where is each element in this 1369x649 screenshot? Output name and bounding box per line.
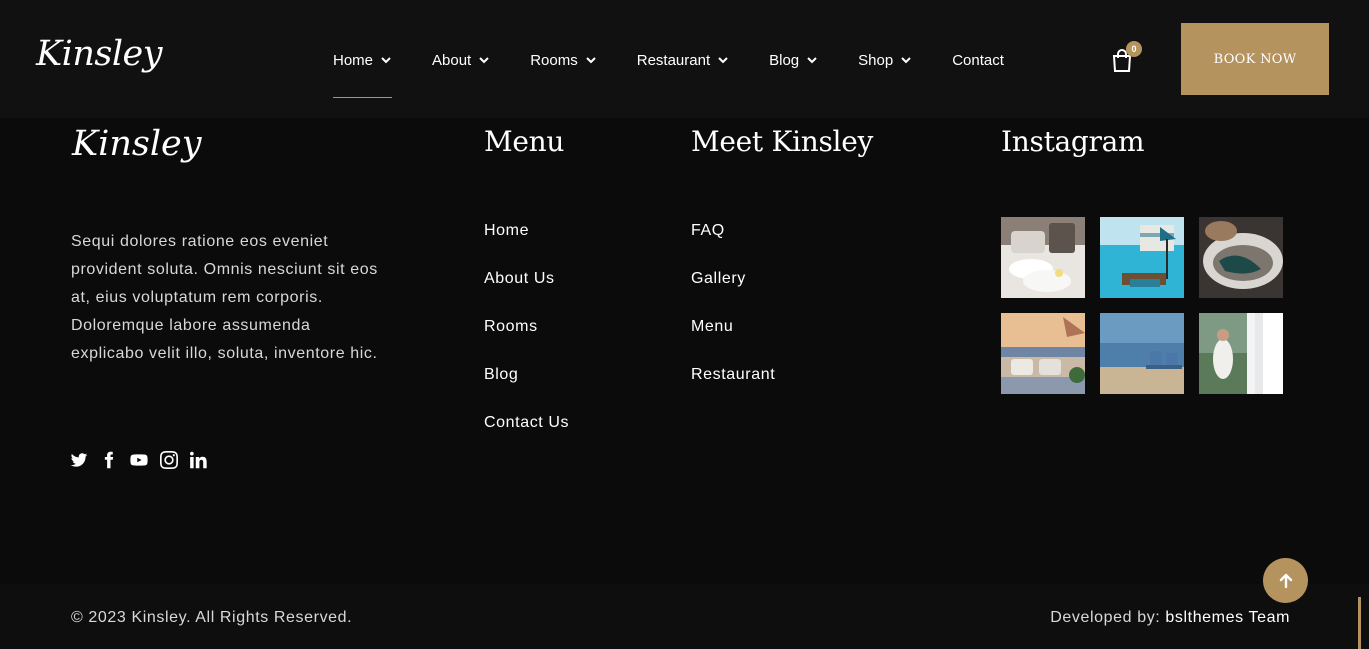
nav-label: About [432,51,472,69]
nav-item-blog[interactable]: Blog [769,51,818,69]
twitter-icon[interactable] [70,451,88,469]
instagram-photo-beach[interactable] [1100,313,1184,394]
nav-label: Home [333,51,374,69]
site-header: Kinsley Home About Rooms Restaurant Blog… [0,0,1369,118]
facebook-icon[interactable] [100,451,118,469]
footer-link-menu[interactable]: Menu [691,317,775,365]
instagram-grid [1001,217,1283,394]
header-logo[interactable]: Kinsley [36,34,163,74]
nav-label: Contact [952,51,1004,69]
menu-title: Menu [484,125,565,158]
developer-prefix: Developed by: [1050,609,1166,626]
footer-logo[interactable]: Kinsley [72,124,202,164]
instagram-photo-pool[interactable] [1100,217,1184,298]
footer-link-rooms[interactable]: Rooms [484,317,569,365]
instagram-icon[interactable] [160,451,178,469]
book-now-button[interactable]: BOOK NOW [1181,23,1329,95]
nav-item-rooms[interactable]: Rooms [530,51,597,69]
youtube-icon[interactable] [130,451,148,469]
nav-label: Shop [858,51,894,69]
footer-link-blog[interactable]: Blog [484,365,569,413]
nav-item-restaurant[interactable]: Restaurant [637,51,729,69]
chevron-down-icon [586,57,596,64]
footer-link-about-us[interactable]: About Us [484,269,569,317]
chevron-down-icon [381,57,391,64]
instagram-photo-terrace[interactable] [1001,313,1085,394]
footer-link-contact-us[interactable]: Contact Us [484,413,569,461]
instagram-photo-towels[interactable] [1001,217,1085,298]
nav-label: Blog [769,51,800,69]
linkedin-icon[interactable] [190,451,208,469]
main-nav: Home About Rooms Restaurant Blog Shop Co… [333,51,1044,98]
arrow-up-icon [1279,573,1292,588]
chevron-down-icon [807,57,817,64]
chevron-down-icon [901,57,911,64]
cart-count-badge: 0 [1126,41,1142,57]
chevron-down-icon [718,57,728,64]
footer-link-gallery[interactable]: Gallery [691,269,775,317]
developer-credit: Developed by: bslthemes Team [1050,609,1290,627]
footer-link-home[interactable]: Home [484,221,569,269]
meet-kinsley-title: Meet Kinsley [691,125,873,158]
about-text: Sequi dolores ratione eos eveniet provid… [71,233,378,362]
scroll-progress-indicator [1358,597,1361,649]
footer-menu-list: Home About Us Rooms Blog Contact Us [484,221,569,461]
footer-link-faq[interactable]: FAQ [691,221,775,269]
instagram-photo-bath[interactable] [1199,217,1283,298]
nav-item-contact[interactable]: Contact [952,51,1004,69]
nav-item-shop[interactable]: Shop [858,51,912,69]
scroll-to-top-button[interactable] [1263,558,1308,603]
nav-label: Restaurant [636,51,711,69]
social-links [70,451,220,469]
instagram-photo-window[interactable] [1199,313,1283,394]
nav-label: Rooms [530,51,578,69]
meet-kinsley-list: FAQ Gallery Menu Restaurant [691,221,775,413]
copyright-text: © 2023 Kinsley. All Rights Reserved. [71,609,353,626]
footer-link-restaurant[interactable]: Restaurant [691,365,775,413]
chevron-down-icon [479,57,489,64]
developer-team-link[interactable]: bslthemes Team [1165,609,1290,626]
instagram-title: Instagram [1001,125,1145,158]
nav-item-home[interactable]: Home [333,51,393,98]
nav-item-about[interactable]: About [432,51,490,69]
